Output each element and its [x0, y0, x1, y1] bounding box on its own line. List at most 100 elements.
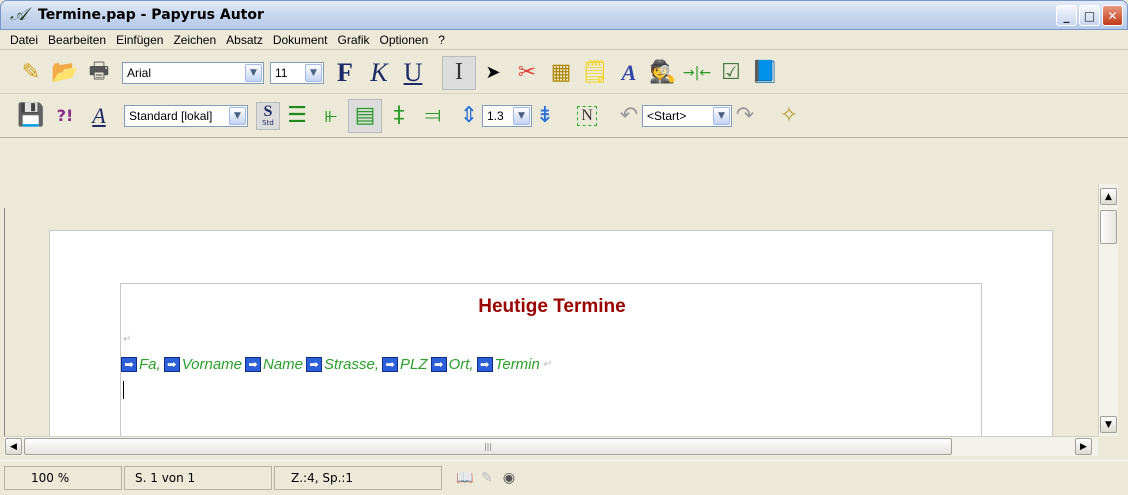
scroll-up-button[interactable]: ▲	[1100, 188, 1117, 205]
bullet-list-icon[interactable]: ☰	[280, 99, 314, 133]
checklist-icon[interactable]: ☑	[714, 56, 748, 90]
field-plz[interactable]: ➡ PLZ	[382, 356, 428, 373]
minimize-button[interactable]: _	[1056, 5, 1077, 26]
field-label: Name	[263, 356, 304, 373]
scroll-down-button[interactable]: ▼	[1100, 416, 1117, 433]
horizontal-scrollbar[interactable]: ◀ ||| ▶	[4, 436, 1098, 456]
style-select[interactable]: Standard [lokal] ▼	[124, 104, 248, 127]
menu-absatz[interactable]: Absatz	[221, 33, 268, 47]
font-name-value: Arial	[127, 65, 152, 80]
menu-dokument[interactable]: Dokument	[268, 33, 333, 47]
standard-style-button[interactable]: S Std	[256, 101, 280, 130]
compress-spacing-icon[interactable]: ⇟	[532, 99, 558, 133]
vertical-scrollbar[interactable]: ▲ ▼	[1098, 184, 1118, 436]
vertical-scroll-thumb[interactable]	[1100, 210, 1117, 244]
align-justify-icon[interactable]: ▤	[348, 98, 382, 133]
field-label: Fa,	[139, 356, 161, 373]
undo-icon[interactable]: ↶	[616, 99, 642, 133]
field-fa[interactable]: ➡ Fa,	[121, 356, 161, 373]
book-icon[interactable]: 📘	[748, 56, 782, 90]
navigation-select[interactable]: <Start> ▼	[642, 104, 732, 127]
status-bar: 100 % S. 1 von 1 Z.:4, Sp.:1 📖 ✎ ◉	[0, 460, 1128, 495]
standard-style-sublabel: Std	[262, 119, 274, 127]
save-as-icon[interactable]: ?!	[48, 99, 82, 133]
menu-grafik[interactable]: Grafik	[333, 33, 375, 47]
print-icon[interactable]: 🖶	[82, 56, 116, 90]
scroll-left-button[interactable]: ◀	[5, 438, 22, 455]
field-line: ➡ Fa, ➡ Vorname ➡ Name ➡ Strasse, ➡ PLZ ➡ Ort,…	[121, 356, 551, 373]
document-area[interactable]: Heutige Termine ↵ ➡ Fa, ➡ Vorname ➡ Name ➡ S…	[4, 208, 1098, 436]
field-name[interactable]: ➡ Name	[245, 356, 303, 373]
close-button[interactable]: ✕	[1102, 5, 1123, 26]
style-value: Standard [lokal]	[129, 108, 213, 123]
horizontal-scroll-thumb[interactable]: |||	[24, 438, 952, 455]
font-size-value: 11	[275, 65, 288, 80]
line-spacing-icon[interactable]: ⇕	[456, 99, 482, 133]
formatting-toolbar: ✎ 📂 🖶 Arial ▼ 11 ▼ F K U I ➤ ✂ ▦ 🗒 A 🕵 →…	[0, 52, 1128, 94]
clipboard-icon[interactable]: ✧	[772, 99, 806, 133]
underline-button[interactable]: U	[396, 56, 430, 90]
field-arrow-icon: ➡	[476, 357, 493, 372]
redo-icon[interactable]: ↷	[732, 99, 758, 133]
field-label: Vorname	[181, 356, 242, 373]
maximize-button[interactable]: □	[1079, 5, 1100, 26]
pen-icon[interactable]: ✎	[476, 467, 498, 489]
arrow-pointer-icon[interactable]: ➤	[476, 56, 510, 90]
menu-bar: Datei Bearbeiten Einfügen Zeichen Absatz…	[0, 30, 1128, 50]
menu-bearbeiten[interactable]: Bearbeiten	[43, 33, 111, 47]
ruler-area: 01234567891011121314151617181920♙♙◣	[0, 184, 1128, 390]
open-folder-icon[interactable]: 📂	[48, 56, 82, 90]
navigation-n-button[interactable]: N	[570, 99, 604, 133]
standard-style-label: S	[263, 103, 273, 120]
align-left-icon[interactable]: ⫦	[314, 99, 348, 133]
menu-help[interactable]: ?	[433, 33, 450, 47]
align-right-icon[interactable]: ⫤	[416, 99, 450, 133]
window-title: Termine.pap - Papyrus Autor	[38, 7, 264, 23]
field-ort[interactable]: ➡ Ort,	[430, 356, 474, 373]
scroll-right-button[interactable]: ▶	[1075, 438, 1092, 455]
note-icon[interactable]: 🗒	[578, 56, 612, 90]
text-frame[interactable]: Heutige Termine ↵ ➡ Fa, ➡ Vorname ➡ Name ➡ S…	[120, 283, 982, 436]
papyrus-app-icon[interactable]: 𝒜	[10, 5, 30, 25]
chevron-down-icon[interactable]: ▼	[713, 106, 730, 125]
chevron-down-icon[interactable]: ▼	[513, 106, 530, 125]
field-vorname[interactable]: ➡ Vorname	[163, 356, 242, 373]
merge-arrows-icon[interactable]: →|←	[680, 56, 714, 90]
field-termin[interactable]: ➡ Termin	[476, 356, 540, 373]
save-icon[interactable]: 💾	[14, 99, 48, 133]
align-center-icon[interactable]: ‡	[382, 99, 416, 133]
table-icon[interactable]: ▦	[544, 56, 578, 90]
document-heading: Heutige Termine	[478, 296, 626, 317]
eye-icon[interactable]: ◉	[498, 467, 520, 489]
font-dialog-icon[interactable]: A	[82, 99, 116, 133]
text-cursor-tool-icon[interactable]: I	[442, 55, 476, 90]
chevron-down-icon[interactable]: ▼	[229, 106, 246, 125]
field-arrow-icon: ➡	[163, 357, 180, 372]
cut-scissors-icon[interactable]: ✂	[510, 56, 544, 90]
navigation-n-label: N	[577, 105, 597, 126]
font-size-select[interactable]: 11 ▼	[270, 61, 324, 84]
search-agent-icon[interactable]: 🕵	[646, 56, 680, 90]
field-strasse[interactable]: ➡ Strasse,	[306, 356, 379, 373]
chevron-down-icon[interactable]: ▼	[245, 63, 262, 82]
chevron-down-icon[interactable]: ▼	[305, 63, 322, 82]
menu-zeichen[interactable]: Zeichen	[168, 33, 221, 47]
navigation-value: <Start>	[647, 108, 687, 123]
menu-einfuegen[interactable]: Einfügen	[111, 33, 168, 47]
book-view-icon[interactable]: 📖	[454, 467, 476, 489]
font-name-select[interactable]: Arial ▼	[122, 61, 264, 84]
menu-optionen[interactable]: Optionen	[375, 33, 434, 47]
field-label: Termin	[494, 356, 540, 373]
page-indicator: S. 1 von 1	[124, 466, 272, 490]
zoom-level[interactable]: 100 %	[4, 466, 122, 490]
bold-button[interactable]: F	[328, 56, 362, 90]
page: Heutige Termine ↵ ➡ Fa, ➡ Vorname ➡ Name ➡ S…	[49, 230, 1053, 436]
text-cursor	[123, 381, 124, 399]
field-arrow-icon: ➡	[121, 357, 137, 372]
field-arrow-icon: ➡	[382, 357, 399, 372]
italic-button[interactable]: K	[362, 56, 396, 90]
highlight-icon[interactable]: A	[612, 56, 646, 90]
menu-datei[interactable]: Datei	[5, 33, 43, 47]
line-spacing-select[interactable]: 1.3 ▼	[482, 104, 532, 127]
new-document-icon[interactable]: ✎	[14, 56, 48, 90]
